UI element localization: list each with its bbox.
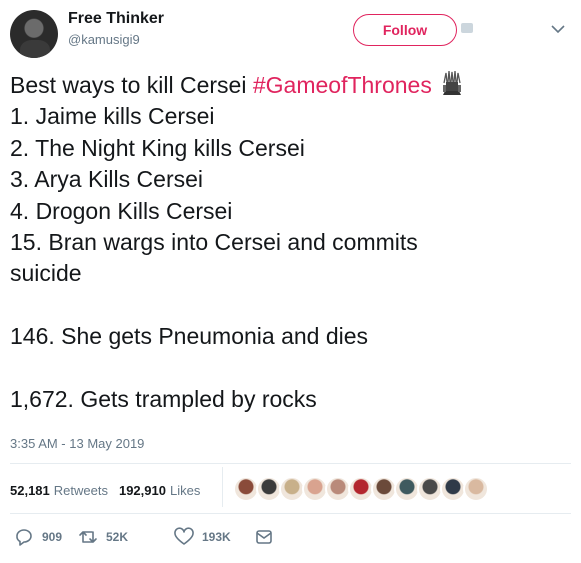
reply-count: 909 — [42, 530, 63, 544]
divider — [10, 463, 571, 464]
tweet-text: Best ways to kill Cersei #GameofThrones … — [10, 70, 570, 415]
tweet-line-title: Best ways to kill Cersei #GameofThrones — [10, 70, 570, 101]
tweet-line: 1. Jaime kills Cersei — [10, 103, 215, 130]
liker-avatar[interactable] — [463, 476, 489, 502]
hashtag-link[interactable]: #GameofThrones — [253, 72, 432, 98]
retweets-label[interactable]: Retweets — [54, 483, 108, 498]
tweet-line: suicide — [10, 260, 82, 287]
follow-button[interactable]: Follow — [353, 14, 457, 46]
tweet-stats: 52,181 Retweets 192,910 Likes — [10, 480, 200, 500]
tweet-line: 1,672. Gets trampled by rocks — [10, 386, 317, 413]
reply-icon — [16, 529, 32, 546]
mail-icon — [256, 530, 272, 544]
user-name[interactable]: Free Thinker — [68, 10, 164, 28]
tweet-timestamp[interactable]: 3:35 AM - 13 May 2019 — [10, 436, 144, 451]
reply-button[interactable]: 909 — [14, 526, 62, 548]
chevron-down-icon[interactable] — [551, 24, 565, 34]
avatar[interactable] — [10, 10, 58, 58]
direct-message-button[interactable] — [254, 526, 274, 548]
heart-icon — [174, 527, 194, 545]
tweet-line: 3. Arya Kills Cersei — [10, 166, 204, 193]
likes-count[interactable]: 192,910 — [119, 483, 166, 498]
divider — [10, 513, 571, 514]
tweet-line: 146. She gets Pneumonia and dies — [10, 323, 369, 350]
iron-throne-icon — [442, 71, 461, 95]
retweet-icon — [79, 531, 97, 543]
tweet-line: 4. Drogon Kills Cersei — [10, 197, 233, 224]
likes-label[interactable]: Likes — [170, 483, 200, 498]
tweet-card: Free Thinker @kamusigi9 Follow Best ways… — [0, 0, 581, 563]
tweet-line: 2. The Night King kills Cersei — [10, 134, 305, 161]
like-button[interactable]: 193K — [174, 526, 231, 548]
retweet-button[interactable]: 52K — [78, 526, 128, 548]
stats-separator — [222, 467, 223, 507]
tweet-line-text: Best ways to kill Cersei — [10, 72, 253, 98]
tweet-line: 15. Bran wargs into Cersei and commits — [10, 229, 418, 256]
retweets-count[interactable]: 52,181 — [10, 483, 50, 498]
like-count: 193K — [202, 530, 231, 544]
retweet-count: 52K — [106, 530, 129, 544]
user-handle[interactable]: @kamusigi9 — [68, 32, 140, 47]
follow-add-icon — [461, 23, 473, 33]
